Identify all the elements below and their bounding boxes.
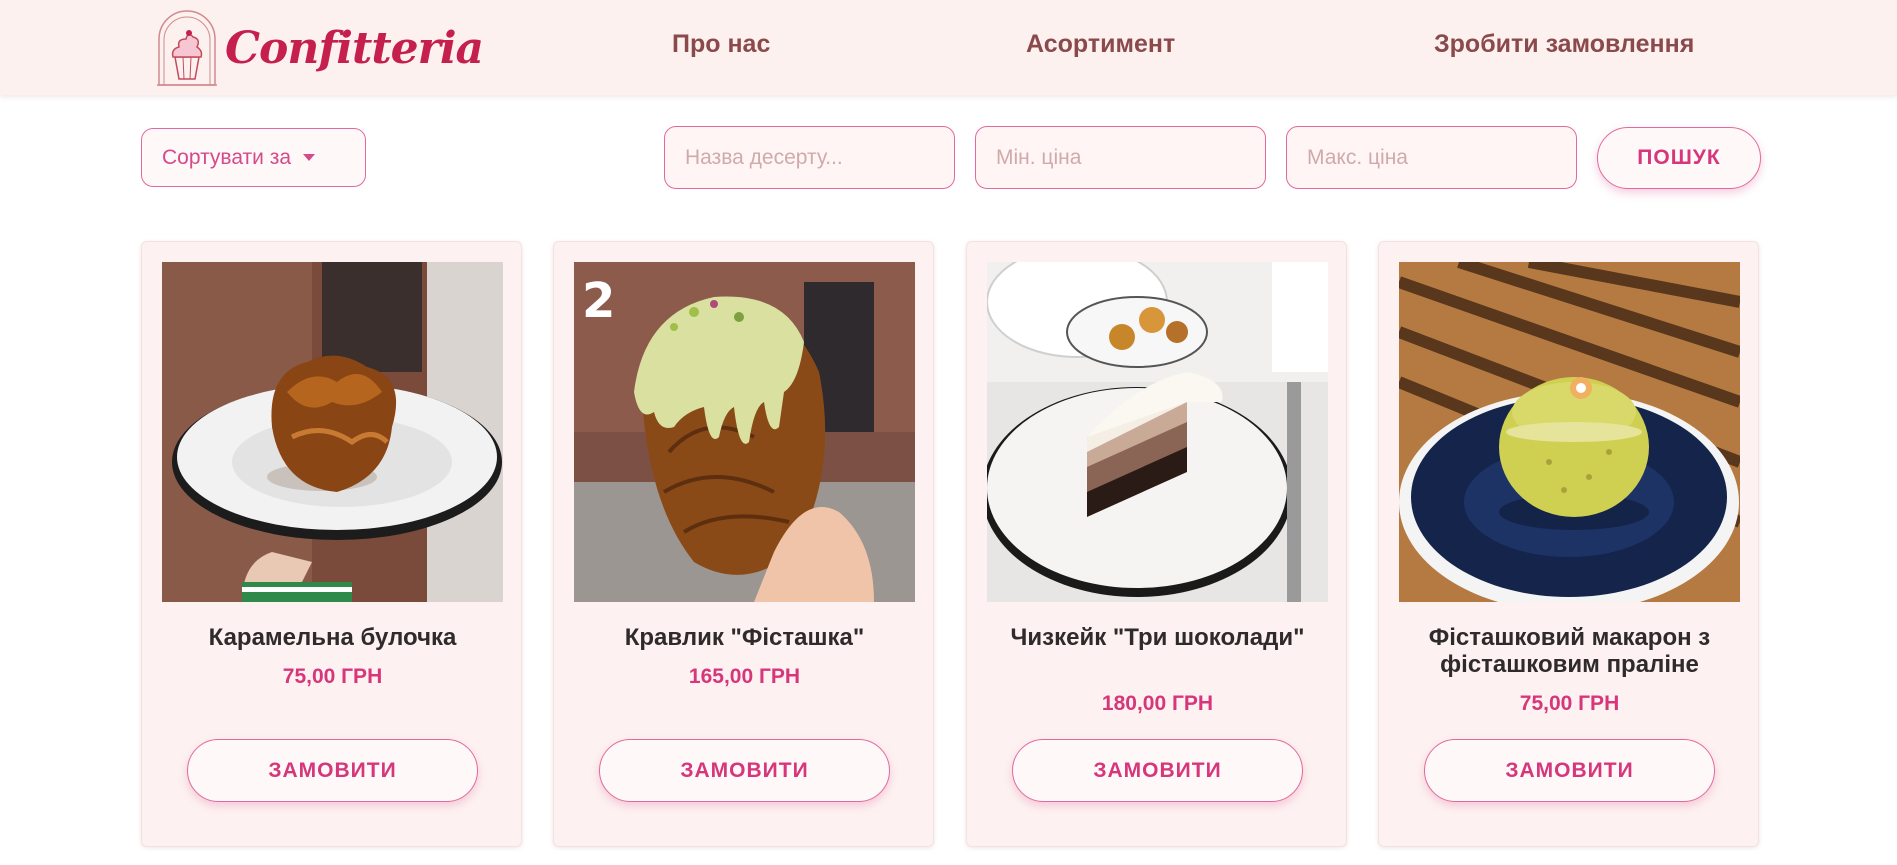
product-title: Кравлик "Фісташка"	[624, 624, 865, 651]
product-image	[987, 262, 1328, 602]
dessert-name-input[interactable]	[664, 126, 955, 189]
logo[interactable]: Confitteria	[155, 8, 484, 88]
cupcake-icon	[157, 10, 217, 86]
product-title: Фісташковий макарон з фісташковим пралін…	[1428, 624, 1711, 678]
product-price: 75,00 ГРН	[1519, 692, 1620, 715]
site-header: Confitteria Про нас Асортимент Зробити з…	[0, 0, 1897, 95]
logo-text: Confitteria	[225, 22, 484, 74]
max-price-input[interactable]	[1286, 126, 1577, 189]
nav-make-order[interactable]: Зробити замовлення	[1434, 30, 1694, 59]
product-price: 75,00 ГРН	[282, 665, 383, 688]
search-button[interactable]: ПОШУК	[1597, 127, 1761, 189]
sort-label: Сортувати за	[162, 145, 292, 169]
product-title: Чизкейк "Три шоколади"	[1010, 624, 1305, 651]
order-button[interactable]: ЗАМОВИТИ	[1012, 739, 1303, 802]
order-button[interactable]: ЗАМОВИТИ	[187, 739, 478, 802]
order-button[interactable]: ЗАМОВИТИ	[1424, 739, 1715, 802]
nav-assortment[interactable]: Асортимент	[1026, 30, 1175, 59]
product-price: 180,00 ГРН	[1101, 692, 1214, 715]
product-card: Фісташковий макарон з фісташковим пралін…	[1378, 241, 1759, 847]
min-price-input[interactable]	[975, 126, 1266, 189]
product-price: 165,00 ГРН	[688, 665, 801, 688]
product-image	[162, 262, 503, 602]
sort-dropdown[interactable]: Сортувати за	[141, 128, 366, 187]
svg-text:2: 2	[582, 273, 615, 329]
caret-down-icon	[303, 154, 316, 161]
order-button[interactable]: ЗАМОВИТИ	[599, 739, 890, 802]
product-image	[1399, 262, 1740, 602]
product-title: Карамельна булочка	[208, 624, 457, 651]
nav-about[interactable]: Про нас	[672, 30, 770, 59]
product-card: Карамельна булочка 75,00 ГРН ЗАМОВИТИ	[141, 241, 522, 847]
product-card: 2 Кравлик "Фісташка" 165,00 ГРН ЗАМОВИТИ	[553, 241, 934, 847]
product-card: Чизкейк "Три шоколади" 180,00 ГРН ЗАМОВИ…	[966, 241, 1347, 847]
product-image: 2	[574, 262, 915, 602]
